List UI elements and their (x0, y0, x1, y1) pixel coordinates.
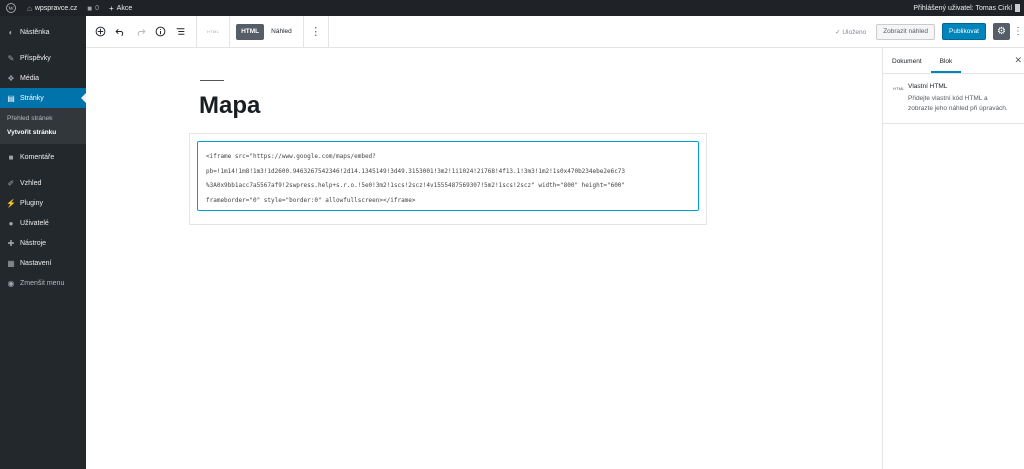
editor-toolbar: HTML HTML Náhled ⋮ ✓ Uloženo Zobrazit ná… (86, 15, 1024, 48)
sidebar-item-posts[interactable]: ✎ Příspěvky (0, 48, 86, 68)
collapse-icon: ◉ (7, 278, 15, 288)
more-menu-icon[interactable]: ⋮ (1012, 26, 1024, 37)
toolbar-divider (196, 15, 197, 48)
settings-sidebar: Dokument Blok ✕ HTML Vlastní HTML Přidej… (882, 48, 1024, 469)
avatar (1015, 4, 1020, 12)
code-line: pb=!1m14!1m8!1m3!1d2600.9463267542346!2d… (206, 167, 626, 175)
admin-sidebar: ◐ Nástěnka ✎ Příspěvky ❖ Média ▤ Stránky… (0, 16, 86, 469)
tab-html[interactable]: HTML (236, 23, 265, 40)
gear-icon[interactable]: ⚙ (993, 23, 1010, 40)
site-name-link[interactable]: ⌂ wpspravce.cz (22, 0, 82, 16)
svg-text:W: W (8, 6, 14, 12)
users-icon: ● (8, 218, 14, 228)
comment-bubble-icon: ■ (87, 3, 93, 13)
html-block-icon: HTML (893, 86, 905, 91)
block-info-card: HTML Vlastní HTML Přidejte vlastní kód H… (883, 74, 1024, 124)
check-icon: ✓ (835, 28, 841, 36)
comments-count: 0 (95, 4, 99, 12)
html-code-editor[interactable]: <iframe src="https://www.google.com/maps… (197, 141, 699, 211)
saved-status: ✓ Uloženo (835, 28, 867, 36)
toolbar-divider (229, 15, 231, 48)
plugin-icon: ⚡ (6, 198, 16, 208)
sidebar-item-label: Nástěnka (20, 28, 50, 36)
new-content-label: Akce (116, 4, 133, 12)
dashboard-icon: ◐ (8, 27, 14, 37)
editor-canvas: Mapa <iframe src="https://www.google.com… (86, 48, 882, 469)
code-line: %3A0x9bb1acc7a5567af9!2swpress.help+s.r.… (206, 182, 626, 190)
new-content-link[interactable]: + Akce (104, 0, 137, 16)
sidebar-item-pages[interactable]: ▤ Stránky (0, 88, 86, 108)
sidebar-item-appearance[interactable]: ✐ Vzhled (0, 173, 86, 193)
sidebar-item-plugins[interactable]: ⚡ Pluginy (0, 193, 86, 213)
code-line: frameborder="0" style="border:0" allowfu… (206, 197, 416, 205)
more-options-icon[interactable]: ⋮ (310, 22, 322, 42)
pin-icon: ✎ (7, 53, 15, 63)
tab-document[interactable]: Dokument (883, 58, 931, 73)
site-name: wpspravce.cz (34, 4, 78, 12)
sidebar-item-label: Pluginy (20, 199, 43, 207)
user-greeting: Přihlášený uživatel: Tomas Cirkl (913, 4, 1012, 12)
tab-block[interactable]: Blok (930, 58, 962, 73)
block-title: Vlastní HTML (908, 83, 948, 90)
page-icon: ▤ (7, 93, 15, 103)
preview-button[interactable]: Zobrazit náhled (876, 23, 935, 40)
sidebar-item-collapse-menu[interactable]: ◉ Zmenšit menu (0, 273, 86, 293)
user-account-link[interactable]: Přihlášený uživatel: Tomas Cirkl (908, 0, 1024, 16)
sidebar-item-label: Nástroje (20, 239, 47, 247)
comments-link[interactable]: ■ 0 (82, 0, 104, 16)
sidebar-item-label: Stránky (20, 94, 44, 102)
media-icon: ❖ (7, 73, 15, 83)
redo-icon[interactable] (130, 22, 150, 42)
code-line: <iframe src="https://www.google.com/maps… (206, 153, 376, 160)
list-view-icon[interactable] (170, 22, 190, 42)
settings-tabs: Dokument Blok ✕ (883, 48, 1024, 74)
submenu-item-all-pages[interactable]: Přehled stránek (0, 112, 86, 126)
home-icon: ⌂ (27, 3, 32, 13)
add-block-icon[interactable] (90, 22, 110, 42)
sidebar-item-label: Zmenšit menu (20, 279, 65, 287)
sidebar-item-comments[interactable]: ■ Komentáře (0, 147, 86, 167)
sidebar-item-label: Příspěvky (20, 54, 51, 62)
toolbar-divider (302, 15, 304, 48)
settings-icon: ▦ (7, 258, 15, 268)
brush-icon: ✐ (7, 178, 15, 188)
block-type-label: HTML (207, 29, 220, 34)
block-description: Přidejte vlastní kód HTML a zobrazte jeh… (908, 95, 1008, 112)
wordpress-logo-icon[interactable]: W (0, 0, 22, 16)
title-separator (200, 80, 224, 81)
sidebar-item-settings[interactable]: ▦ Nastavení (0, 253, 86, 273)
admin-bar: W ⌂ wpspravce.cz ■ 0 + Akce Přihlášený u… (0, 0, 1024, 16)
tab-preview[interactable]: Náhled (266, 24, 297, 40)
page-title[interactable]: Mapa (199, 92, 260, 120)
sidebar-item-label: Vzhled (20, 179, 42, 187)
sidebar-item-users[interactable]: ● Uživatelé (0, 213, 86, 233)
pages-submenu: Přehled stránek Vytvořit stránku (0, 108, 86, 144)
sidebar-item-label: Nastavení (20, 259, 52, 267)
sidebar-item-dashboard[interactable]: ◐ Nástěnka (0, 22, 86, 42)
sidebar-item-media[interactable]: ❖ Média (0, 68, 86, 88)
submenu-item-add-page[interactable]: Vytvořit stránku (0, 126, 86, 140)
close-icon[interactable]: ✕ (1014, 55, 1022, 66)
sidebar-item-tools[interactable]: ✚ Nástroje (0, 233, 86, 253)
tools-icon: ✚ (7, 238, 15, 248)
toolbar-divider (327, 15, 329, 48)
sidebar-item-label: Média (20, 74, 40, 82)
sidebar-item-label: Uživatelé (20, 219, 49, 227)
comment-icon: ■ (8, 152, 14, 162)
plus-icon: + (109, 3, 114, 13)
sidebar-item-label: Komentáře (20, 153, 55, 161)
info-icon[interactable] (150, 22, 170, 42)
undo-icon[interactable] (110, 22, 130, 42)
publish-button[interactable]: Publikovat (942, 23, 986, 40)
